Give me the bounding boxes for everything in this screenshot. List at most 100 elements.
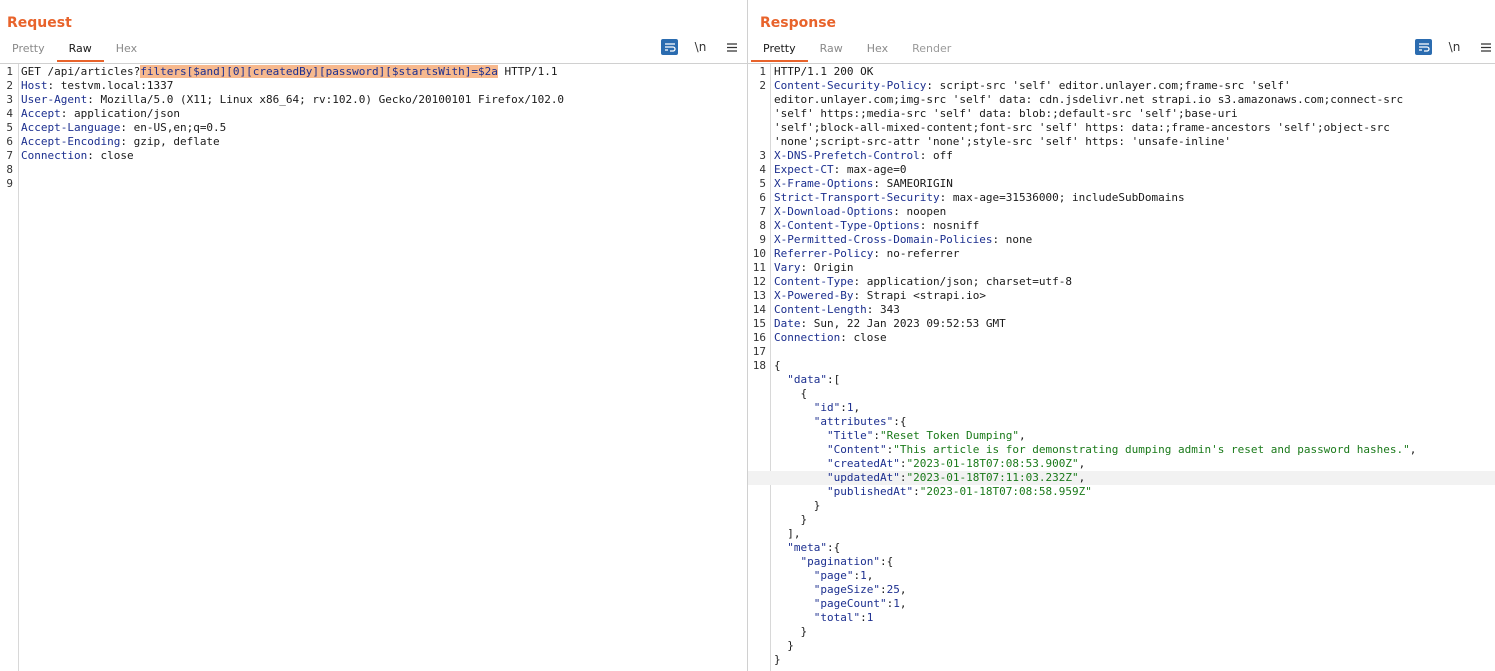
code-token: : Strapi <strapi.io> xyxy=(853,289,986,302)
line-number: 6 xyxy=(759,191,766,204)
line-number: 3 xyxy=(6,93,13,106)
code-token: , xyxy=(1078,471,1086,484)
line-number: 8 xyxy=(6,163,13,176)
code-token: } xyxy=(774,653,781,666)
code-line: "updatedAt":"2023-01-18T07:11:03.232Z", xyxy=(748,471,1495,485)
line-content: } xyxy=(774,499,821,513)
code-line: "Content":"This article is for demonstra… xyxy=(748,443,1495,457)
code-token: 'none';script-src-attr 'none';style-src … xyxy=(774,135,1231,148)
code-token: :{ xyxy=(893,415,907,428)
code-token: : max-age=0 xyxy=(833,163,907,176)
key-token: "Content" xyxy=(826,443,887,456)
code-line: ], xyxy=(748,527,1495,541)
code-line: 2 Content-Security-Policy: script-src 'se… xyxy=(748,79,1495,93)
line-content: X-Frame-Options: SAMEORIGIN xyxy=(774,177,953,191)
code-token: 'self' https:;media-src 'self' data: blo… xyxy=(774,107,1238,120)
code-token: :{ xyxy=(879,555,894,568)
code-line: 8 X-Content-Type-Options: nosniff xyxy=(748,219,1495,233)
key-token: X-Download-Options xyxy=(774,205,894,218)
line-content: "page":1, xyxy=(774,569,874,583)
line-number: 7 xyxy=(6,149,13,162)
line-number: 5 xyxy=(6,121,13,134)
code-line: 6 Accept-Encoding: gzip, deflate xyxy=(0,135,747,149)
tab-pretty[interactable]: Pretty xyxy=(0,38,57,62)
tab-raw[interactable]: Raw xyxy=(808,38,855,62)
code-token: , xyxy=(853,401,861,414)
tab-render[interactable]: Render xyxy=(900,38,963,62)
code-token: : noopen xyxy=(893,205,947,218)
code-token: : application/json; charset=utf-8 xyxy=(853,275,1073,288)
code-token: } xyxy=(774,625,808,638)
key-token: User-Agent xyxy=(21,93,88,106)
code-token: : gzip, deflate xyxy=(120,135,220,148)
tab-hex[interactable]: Hex xyxy=(855,38,900,62)
wrap-toggle-button[interactable] xyxy=(1415,39,1432,55)
line-content: Expect-CT: max-age=0 xyxy=(774,163,906,177)
line-content: Connection: close xyxy=(774,331,887,345)
line-number: 1 xyxy=(759,65,766,78)
code-line: 1 HTTP/1.1 200 OK xyxy=(748,65,1495,79)
code-line: "attributes":{ xyxy=(748,415,1495,429)
code-line: 5 Accept-Language: en-US,en;q=0.5 xyxy=(0,121,747,135)
tab-raw[interactable]: Raw xyxy=(56,38,104,62)
request-editor[interactable]: 1 GET /api/articles?filters[$and][0][crea… xyxy=(0,64,747,671)
code-line: 'self';block-all-mixed-content;font-src … xyxy=(748,121,1495,135)
panel-title: Request xyxy=(7,15,72,31)
line-number: 17 xyxy=(752,345,766,358)
response-tabs: Pretty Raw Hex Render xyxy=(751,38,963,62)
code-line: 9 xyxy=(0,177,747,191)
code-token: : off xyxy=(919,149,953,162)
code-token: HTTP/1.1 200 OK xyxy=(774,65,874,78)
code-line: } xyxy=(748,513,1495,527)
code-line: } xyxy=(748,653,1495,667)
newline-toggle-button[interactable]: \n xyxy=(692,39,709,55)
line-content: X-DNS-Prefetch-Control: off xyxy=(774,149,953,163)
panel-title: Response xyxy=(760,15,837,31)
wrap-icon xyxy=(1418,43,1430,52)
line-content: editor.unlayer.com;img-src 'self' data: … xyxy=(774,93,1403,107)
panel-menu-button[interactable] xyxy=(1477,39,1494,55)
response-editor[interactable]: 1 HTTP/1.1 200 OK 2 Content-Security-Policy… xyxy=(748,64,1495,671)
line-content: Connection: close xyxy=(21,149,134,163)
code-line: 15 Date: Sun, 22 Jan 2023 09:52:53 GMT xyxy=(748,317,1495,331)
wrap-icon xyxy=(664,43,676,52)
line-content: Accept-Encoding: gzip, deflate xyxy=(21,135,220,149)
response-panel: Response Pretty Raw Hex Render \n 1 HTTP/… xyxy=(748,0,1495,671)
panel-menu-button[interactable] xyxy=(723,39,740,55)
code-line: "createdAt":"2023-01-18T07:08:53.900Z", xyxy=(748,457,1495,471)
key-token: "page" xyxy=(813,569,854,582)
request-panel: Request Pretty Raw Hex \n 1 GET /api/arti… xyxy=(0,0,748,671)
code-token: , xyxy=(1409,443,1417,456)
code-token: 'self';block-all-mixed-content;font-src … xyxy=(774,121,1390,134)
line-content: "updatedAt":"2023-01-18T07:11:03.232Z", xyxy=(774,471,1085,485)
code-line: 2 Host: testvm.local:1337 xyxy=(0,79,747,93)
code-token: : no-referrer xyxy=(873,247,960,260)
request-tabs: Pretty Raw Hex xyxy=(0,38,149,62)
code-line: 9 X-Permitted-Cross-Domain-Policies: none xyxy=(748,233,1495,247)
line-content: "attributes":{ xyxy=(774,415,907,429)
key-token: "pageCount" xyxy=(813,597,887,610)
code-token: 1 xyxy=(846,401,854,414)
wrap-toggle-button[interactable] xyxy=(661,39,678,55)
line-content: Accept-Language: en-US,en;q=0.5 xyxy=(21,121,226,135)
line-number: 7 xyxy=(759,205,766,218)
tab-pretty[interactable]: Pretty xyxy=(751,38,808,62)
line-content: Content-Length: 343 xyxy=(774,303,900,317)
tab-hex[interactable]: Hex xyxy=(104,38,149,62)
code-line: "Title":"Reset Token Dumping", xyxy=(748,429,1495,443)
key-token: Content-Security-Policy xyxy=(774,79,927,92)
newline-toggle-button[interactable]: \n xyxy=(1446,39,1463,55)
code-token: HTTP/1.1 xyxy=(497,65,558,78)
line-content: User-Agent: Mozilla/5.0 (X11; Linux x86_… xyxy=(21,93,564,107)
code-line: 4 Accept: application/json xyxy=(0,107,747,121)
line-content: Accept: application/json xyxy=(21,107,180,121)
code-token: 1 xyxy=(860,569,867,582)
code-token: : xyxy=(913,485,920,498)
line-number: 13 xyxy=(752,289,766,302)
